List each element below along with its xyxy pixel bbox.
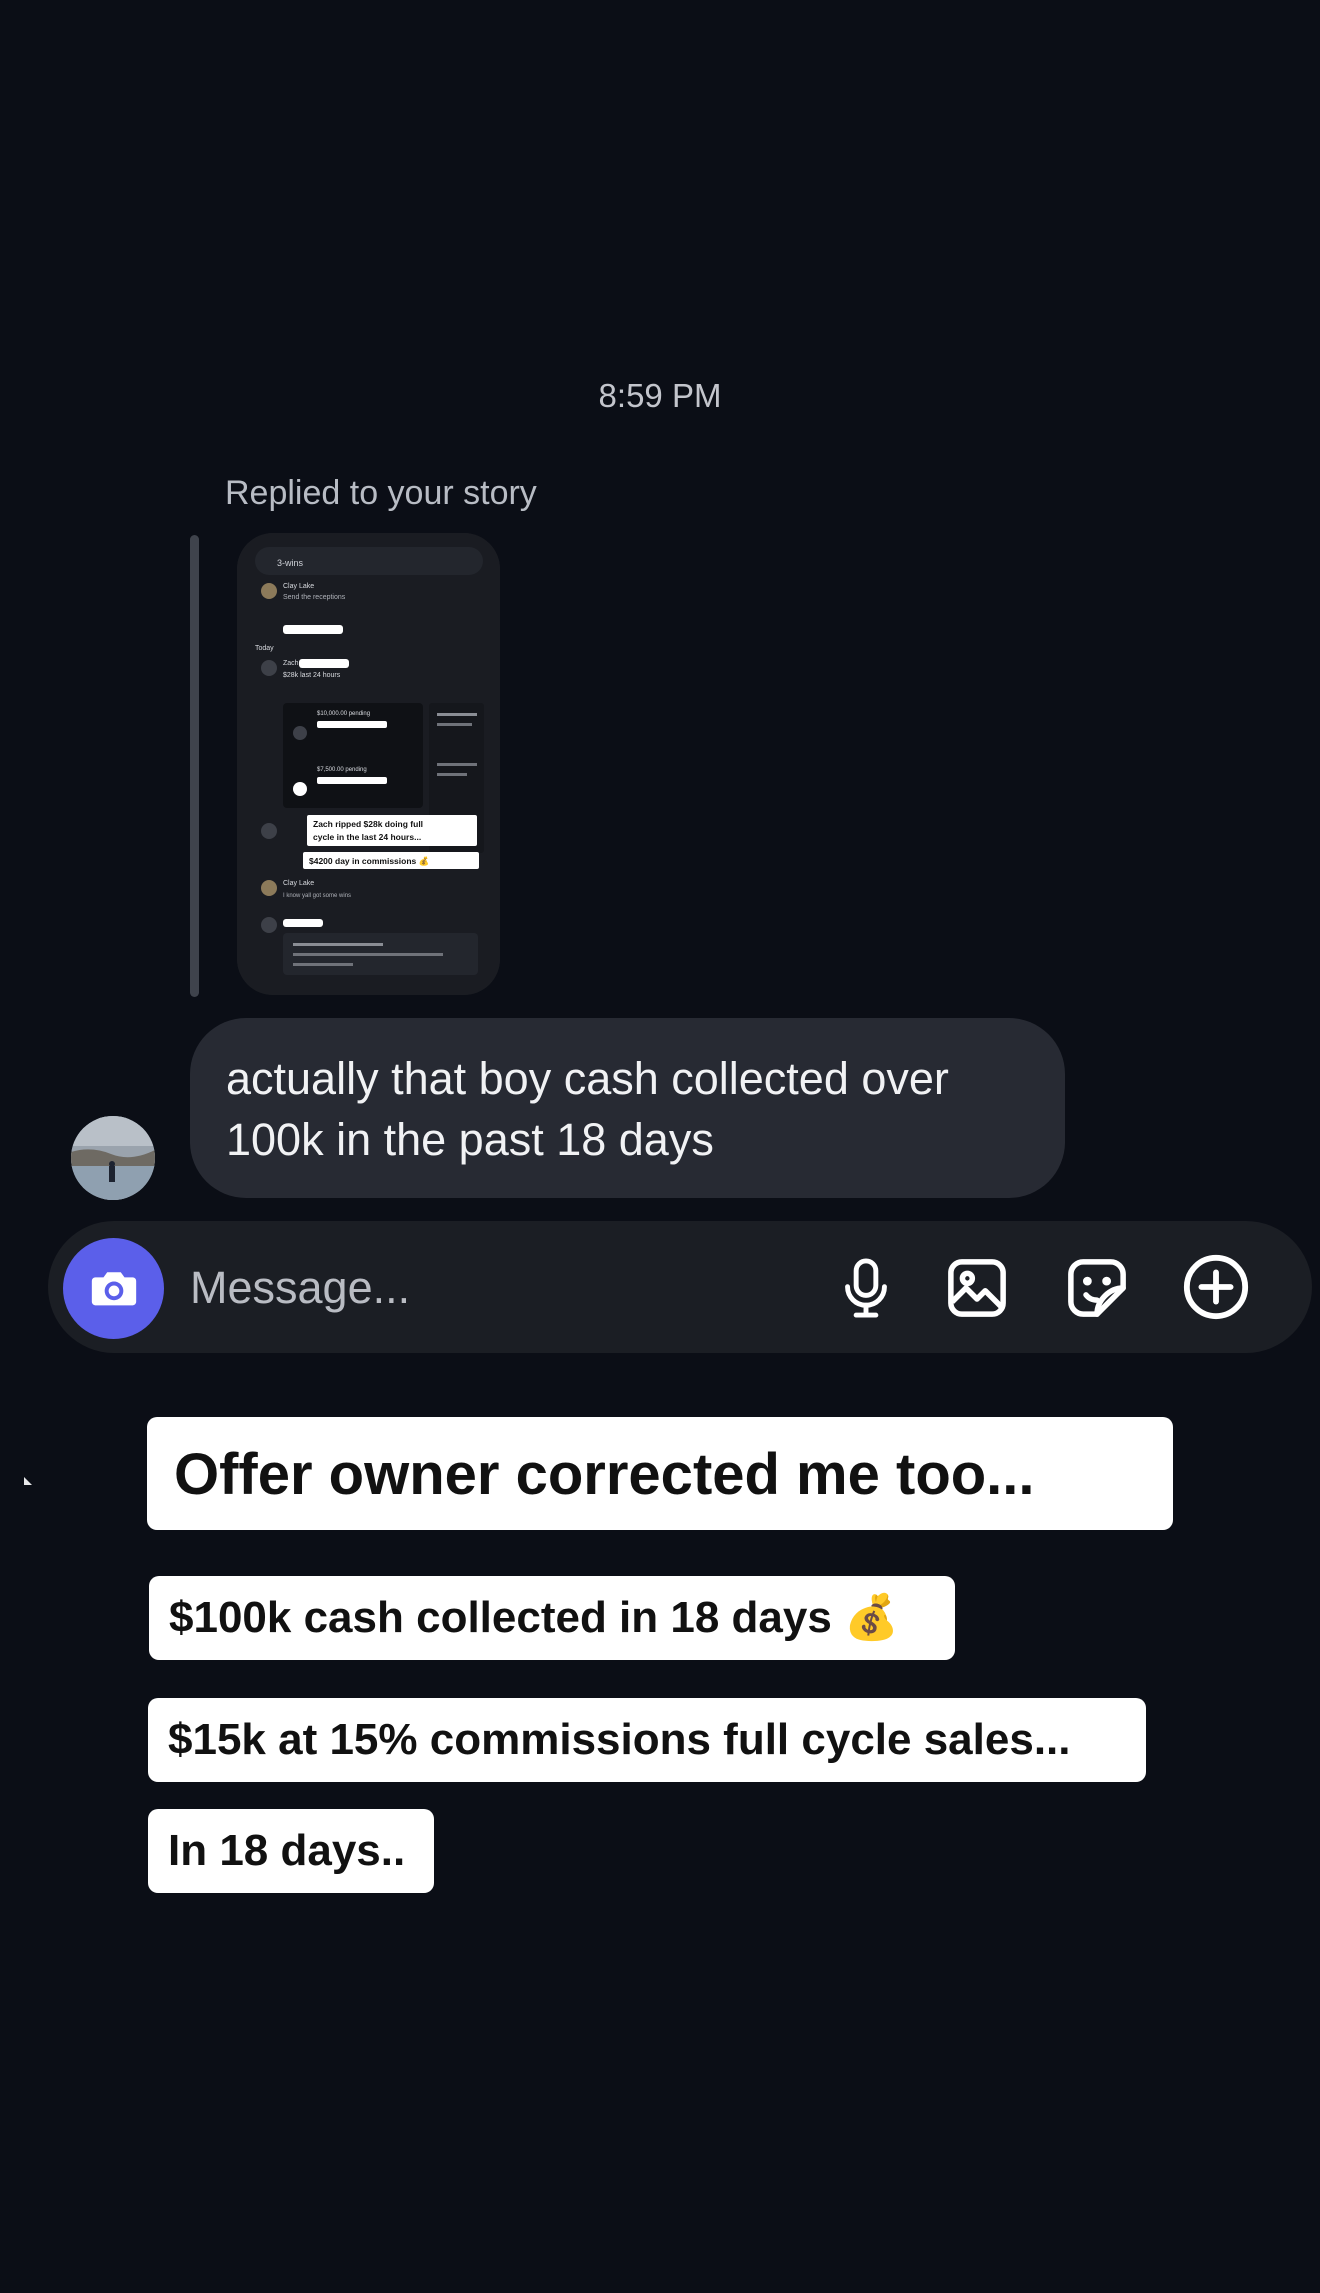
story-reply-preview[interactable]: 3-wins Clay Lake Send the receptions Tod… (237, 533, 500, 995)
received-message-bubble[interactable]: actually that boy cash collected over 10… (190, 1018, 1065, 1198)
gallery-button[interactable] (937, 1248, 1017, 1328)
story-amount-1: $10,000.00 pending (317, 711, 370, 717)
story-sender-3-text: I know yall got some wins (283, 893, 351, 899)
caption-line-3: In 18 days.. (148, 1809, 434, 1893)
story-overlay-line-1: Zach ripped $28k doing full (313, 819, 423, 829)
story-sender-1-text: Send the receptions (283, 594, 346, 601)
message-input[interactable] (190, 1256, 810, 1320)
avatar-photo (71, 1116, 155, 1200)
story-overlay-line-2: cycle in the last 24 hours... (313, 832, 421, 842)
story-overlay-line-3: $4200 day in commissions 💰 (309, 856, 429, 867)
microphone-icon (845, 1258, 887, 1318)
story-screenshot-image: 3-wins Clay Lake Send the receptions Tod… (237, 533, 500, 995)
caption-line-1: $100k cash collected in 18 days 💰 (149, 1576, 955, 1660)
sender-avatar[interactable] (71, 1116, 155, 1200)
gallery-icon (948, 1259, 1006, 1317)
story-sender-2: Zach (283, 660, 299, 667)
decorative-mark (24, 1472, 32, 1485)
more-options-button[interactable] (1176, 1247, 1256, 1327)
caption-headline: Offer owner corrected me too... (147, 1417, 1173, 1530)
story-channel-name: 3-wins (277, 558, 304, 568)
story-sender-2-text: $28k last 24 hours (283, 672, 341, 679)
microphone-button[interactable] (826, 1248, 906, 1328)
replied-to-story-label: Replied to your story (225, 474, 537, 512)
camera-icon (91, 1271, 136, 1305)
plus-icon (1183, 1254, 1249, 1320)
story-amount-2: $7,500.00 pending (317, 767, 367, 773)
story-day-label: Today (255, 645, 274, 652)
story-sender-3: Clay Lake (283, 880, 314, 887)
sticker-icon (1068, 1259, 1126, 1317)
reply-indicator-bar (190, 535, 199, 997)
message-timestamp: 8:59 PM (598, 377, 722, 414)
sticker-button[interactable] (1057, 1248, 1137, 1328)
camera-button[interactable] (63, 1238, 164, 1339)
caption-line-2: $15k at 15% commissions full cycle sales… (148, 1698, 1146, 1782)
story-sender-1: Clay Lake (283, 583, 314, 590)
